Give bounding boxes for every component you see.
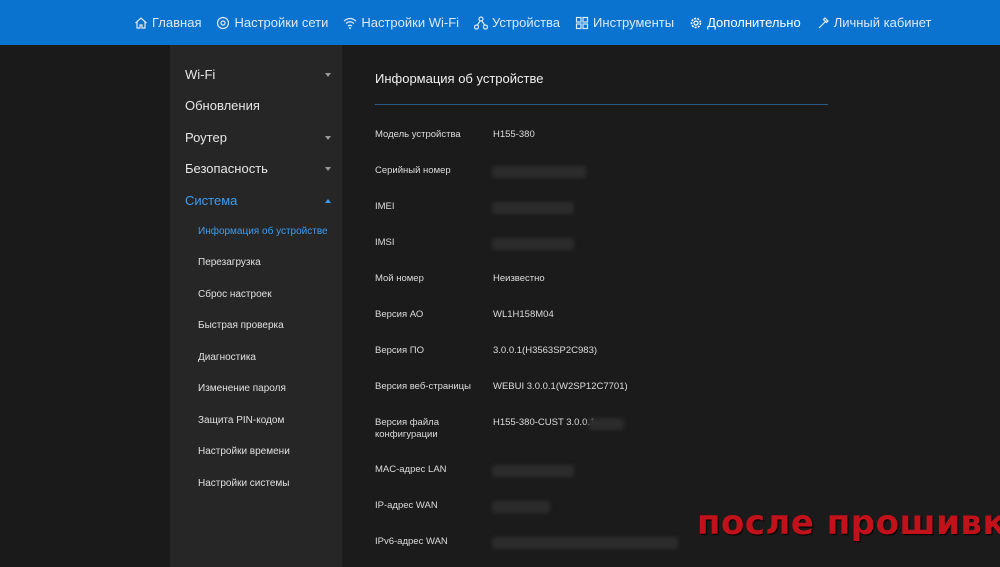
redacted-ipv6-wan [492,537,678,549]
label-ipv6-wan: IPv6-адрес WAN [375,536,448,547]
sidebar-subitem-quick-check[interactable]: Быстрая проверка [198,320,284,331]
sidebar-item-label: Система [185,193,238,208]
title-divider [375,104,828,105]
value-webui-version: WEBUI 3.0.0.1(W2SP12C7701) [493,381,628,392]
nav-home-label: Главная [152,15,202,30]
sidebar-subitem-pin-protection[interactable]: Защита PIN-кодом [198,415,284,426]
redacted-config-suffix [588,418,624,430]
label-device-model: Модель устройства [375,129,461,140]
redacted-mac-lan [492,465,574,477]
sidebar: Wi-Fi Обновления Роутер Безопасность Сис… [170,45,342,567]
value-hardware-version: WL1H158M04 [493,309,554,320]
redacted-serial-number [492,166,586,178]
nav-advanced[interactable]: Дополнительно [689,15,801,30]
label-config-file-version: Версия файла конфигурации [375,417,439,440]
label-my-number: Мой номер [375,273,424,284]
sidebar-subitem-change-password[interactable]: Изменение пароля [198,383,286,394]
top-navigation: Главная Настройки сети Настройки Wi-Fi У… [0,0,1000,45]
sidebar-subitem-device-info[interactable]: Информация об устройстве [198,226,328,237]
sidebar-item-updates[interactable]: Обновления [185,98,335,113]
sidebar-item-router[interactable]: Роутер [185,130,335,145]
redacted-imsi [492,238,574,250]
sidebar-item-wifi[interactable]: Wi-Fi [185,67,335,82]
sidebar-subitem-reset[interactable]: Сброс настроек [198,289,272,300]
left-margin [0,45,170,567]
chevron-down-icon [325,135,331,140]
label-ip-wan: IP-адрес WAN [375,500,438,511]
value-software-version: 3.0.0.1(H3563SP2C983) [493,345,598,356]
nav-tools[interactable]: Инструменты [575,15,674,30]
label-hardware-version: Версия АО [375,309,424,320]
sidebar-subitem-time-settings[interactable]: Настройки времени [198,446,290,457]
nav-advanced-label: Дополнительно [707,15,801,30]
sidebar-item-label: Обновления [185,98,260,113]
user-icon [816,16,830,30]
redacted-imei [492,202,574,214]
nav-tools-label: Инструменты [593,15,675,30]
network-settings-icon [216,16,230,30]
page-title: Информация об устройстве [375,71,544,86]
nav-devices-label: Устройства [492,15,561,30]
sidebar-item-label: Роутер [185,130,227,145]
nav-account[interactable]: Личный кабинет [816,15,932,30]
label-webui-version: Версия веб-страницы [375,381,471,392]
tools-icon [575,16,589,30]
home-icon [134,16,148,30]
sidebar-item-system[interactable]: Система [185,193,335,208]
sidebar-item-label: Wi-Fi [185,67,216,82]
nav-wifi-settings-label: Настройки Wi-Fi [361,15,460,30]
nav-home[interactable]: Главная [134,15,201,30]
chevron-up-icon [325,198,331,203]
sidebar-item-label: Безопасность [185,161,268,176]
label-serial-number: Серийный номер [375,165,451,176]
nav-devices[interactable]: Устройства [474,15,560,30]
watermark-text: после прошивки [697,503,1000,543]
sidebar-subitem-diagnostics[interactable]: Диагностика [198,352,256,363]
sidebar-subitem-system-settings[interactable]: Настройки системы [198,478,290,489]
label-imei: IMEI [375,201,395,212]
chevron-down-icon [325,166,331,171]
devices-icon [474,15,489,30]
value-device-model: H155-380 [493,129,535,140]
gear-icon [689,16,703,30]
nav-network-settings-label: Настройки сети [234,15,329,30]
label-imsi: IMSI [375,237,395,248]
nav-account-label: Личный кабинет [833,15,932,30]
value-my-number: Неизвестно [493,273,545,284]
chevron-down-icon [325,72,331,77]
device-info-panel: Информация об устройстве Модель устройст… [342,45,1000,567]
label-mac-lan: MAC-адрес LAN [375,464,447,475]
redacted-ip-wan [492,501,550,513]
sidebar-item-security[interactable]: Безопасность [185,161,335,176]
wifi-icon [343,16,357,30]
label-software-version: Версия ПО [375,345,424,356]
nav-network-settings[interactable]: Настройки сети [216,15,328,30]
nav-wifi-settings[interactable]: Настройки Wi-Fi [343,15,459,30]
value-config-file-version: H155-380-CUST 3.0.0.1 [493,417,596,428]
sidebar-subitem-reboot[interactable]: Перезагрузка [198,257,261,268]
